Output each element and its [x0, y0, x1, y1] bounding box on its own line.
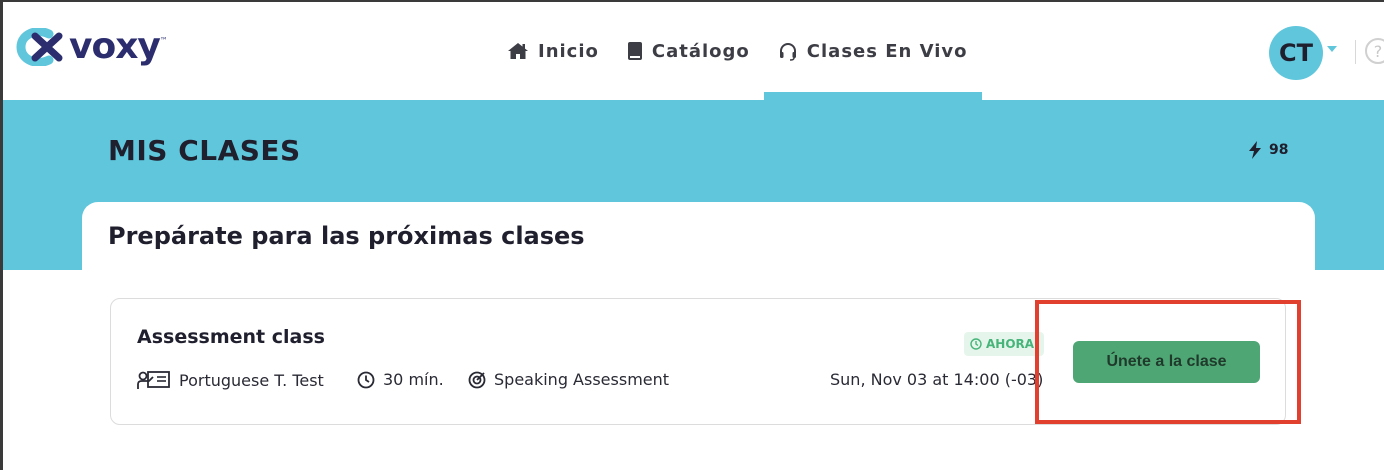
top-header: voxy ™ Inicio Catálogo Clases En Vivo CT…: [3, 2, 1384, 100]
chevron-down-icon[interactable]: [1327, 46, 1337, 52]
help-icon[interactable]: ?: [1365, 38, 1384, 64]
points-value: 98: [1269, 142, 1289, 158]
status-badge: AHORA: [964, 332, 1044, 356]
clock-icon: [970, 338, 982, 350]
class-type-value: Speaking Assessment: [494, 370, 670, 389]
trademark-symbol: ™: [159, 36, 168, 45]
class-name: Assessment class: [137, 326, 325, 348]
lightning-icon: [1249, 141, 1261, 159]
class-duration-value: 30 mín.: [383, 370, 444, 389]
section-title: Prepárate para las próximas clases: [108, 222, 585, 250]
class-datetime: Sun, Nov 03 at 14:00 (-03): [830, 370, 1044, 389]
join-class-button[interactable]: Únete a la clase: [1073, 341, 1260, 383]
nav-item-label: Catálogo: [651, 40, 750, 62]
clock-icon: [357, 371, 375, 388]
nav-item-label: Inicio: [538, 40, 599, 62]
points-indicator: 98: [1247, 141, 1288, 159]
main-nav: Inicio Catálogo Clases En Vivo: [493, 2, 982, 100]
class-teacher-name: Portuguese T. Test: [179, 370, 324, 390]
teacher-board-icon: [137, 371, 170, 389]
voxy-logo[interactable]: voxy ™: [15, 28, 168, 66]
nav-item-catalogo[interactable]: Catálogo: [613, 2, 764, 100]
home-icon: [508, 43, 528, 59]
voxy-logo-text: voxy: [69, 26, 161, 67]
class-duration: 30 mín.: [357, 370, 444, 389]
class-teacher: Portuguese T. Test: [137, 370, 324, 390]
nav-item-label: Clases En Vivo: [806, 40, 968, 62]
headset-icon: [779, 43, 796, 61]
class-type: Speaking Assessment: [468, 370, 669, 389]
book-icon: [627, 42, 642, 60]
target-icon: [468, 371, 486, 388]
nav-item-inicio[interactable]: Inicio: [493, 2, 613, 100]
user-avatar[interactable]: CT: [1269, 26, 1323, 80]
header-divider: [1355, 40, 1356, 64]
voxy-logo-mark-icon: [16, 28, 63, 66]
status-badge-label: AHORA: [986, 337, 1035, 351]
page-title: MIS CLASES: [108, 134, 301, 167]
nav-item-clases-en-vivo[interactable]: Clases En Vivo: [763, 2, 982, 100]
